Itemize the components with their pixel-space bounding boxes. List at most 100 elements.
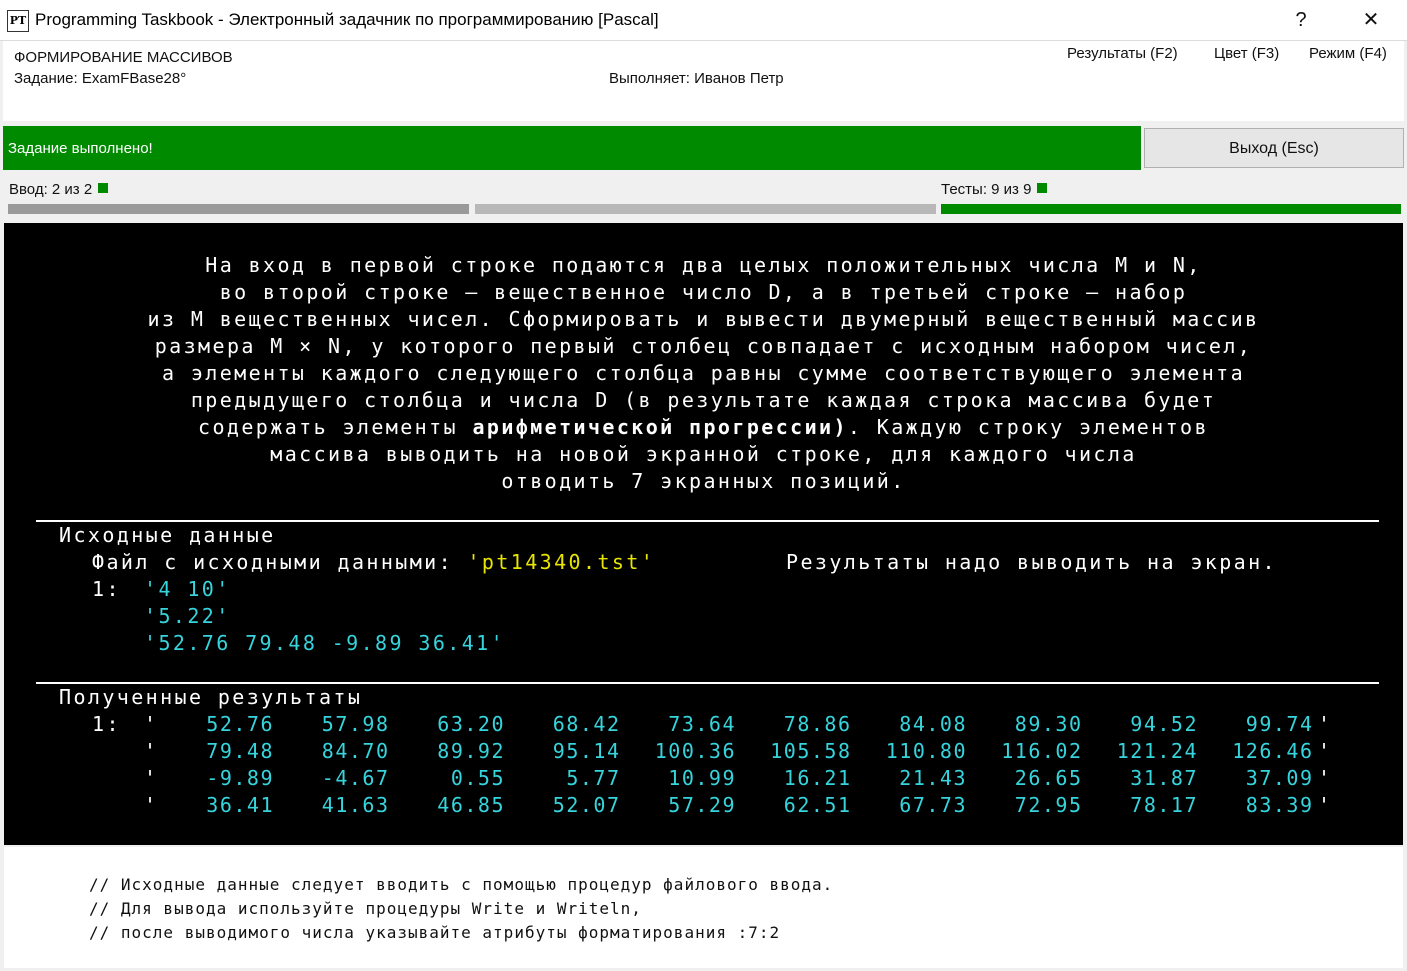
results-heading: Полученные результаты [59, 685, 363, 709]
result-row-close-quote: ' [1318, 766, 1331, 790]
result-cell: 83.39 [1245, 793, 1314, 817]
comment-line-1: // Исходные данные следует вводить с пом… [89, 875, 834, 894]
input-file-label: Файл с исходными данными: [92, 550, 468, 574]
input-file-name: 'pt14340.tst' [467, 550, 656, 574]
result-cell: 52.76 [206, 712, 274, 736]
title-bar: PT Programming Taskbook - Электронный за… [0, 0, 1407, 41]
task-line-3: из M вещественных чисел. Сформировать и … [147, 307, 1260, 331]
task-line-8: массива выводить на новой экранной строк… [270, 442, 1137, 466]
result-row-close-quote: ' [1318, 712, 1331, 736]
task-line-7-start: содержать элементы [198, 415, 473, 439]
task-line-1: На вход в первой строке подаются два цел… [205, 253, 1202, 277]
result-cell: 41.63 [321, 793, 390, 817]
results-index: 1: [92, 712, 121, 736]
result-cell: 89.92 [437, 739, 505, 763]
result-cell: 126.46 [1232, 739, 1314, 763]
result-cell: 110.80 [885, 739, 967, 763]
tests-ok-indicator [1037, 183, 1048, 193]
result-cell: 52.07 [552, 793, 621, 817]
result-cell: 67.73 [899, 793, 967, 817]
input-file-line: Файл с исходными данными: 'pt14340.tst' [92, 550, 655, 574]
result-cell: 78.17 [1130, 793, 1198, 817]
input-bar-right [475, 204, 936, 214]
result-cell: 31.87 [1130, 766, 1198, 790]
result-row-open-quote: ' [144, 793, 157, 817]
comment-line-2: // Для вывода используйте процедуры Writ… [89, 899, 642, 918]
input-ok-indicator [98, 183, 109, 193]
menu-color[interactable]: Цвет (F3) [1214, 45, 1279, 62]
help-button[interactable]: ? [1278, 4, 1324, 36]
result-cell: 99.74 [1245, 712, 1314, 736]
result-row-close-quote: ' [1318, 793, 1331, 817]
input-row-3: '52.76 79.48 -9.89 36.41' [144, 631, 506, 655]
input-progress-text: Ввод: 2 из 2 [9, 181, 93, 198]
result-cell: 68.42 [552, 712, 621, 736]
result-cell: 116.02 [1001, 739, 1083, 763]
result-cell: 36.41 [206, 793, 274, 817]
task-name: Задание: ExamFBase28° [14, 70, 187, 87]
task-line-7-bold: арифметической прогрессии) [472, 415, 848, 439]
tests-bar [941, 204, 1401, 214]
result-cell: 78.86 [783, 712, 852, 736]
window-title: Programming Taskbook - Электронный задач… [35, 10, 659, 29]
input-row-1: '4 10' [144, 577, 231, 601]
task-line-2: во второй строке — вещественное число D,… [219, 280, 1188, 304]
task-console: На вход в первой строке подаются два цел… [4, 223, 1403, 845]
status-bar: Задание выполнено! [3, 126, 1141, 170]
exit-button[interactable]: Выход (Esc) [1144, 128, 1404, 168]
close-icon[interactable]: ✕ [1348, 4, 1394, 36]
menu-mode[interactable]: Режим (F4) [1309, 45, 1387, 62]
result-cell: -4.67 [321, 766, 390, 790]
tests-bar-fill [941, 204, 1401, 214]
result-cell: 57.29 [668, 793, 736, 817]
task-line-4: размера M × N, у которого первый столбец… [154, 334, 1253, 358]
task-header: ФОРМИРОВАНИЕ МАССИВОВ Задание: ExamFBase… [3, 41, 1404, 121]
result-row-open-quote: ' [144, 712, 157, 736]
input-index: 1: [92, 577, 121, 601]
status-message: Задание выполнено! [8, 140, 153, 157]
task-line-7-end: . Каждую строку элементов [847, 415, 1209, 439]
input-bar-left [8, 204, 469, 214]
input-row-2: '5.22' [144, 604, 231, 628]
result-cell: 105.58 [770, 739, 852, 763]
result-cell: 84.08 [899, 712, 967, 736]
student-name: Выполняет: Иванов Петр [609, 70, 784, 87]
result-cell: 89.30 [1014, 712, 1083, 736]
result-cell: 84.70 [321, 739, 390, 763]
menu-results[interactable]: Результаты (F2) [1067, 45, 1178, 62]
result-cell: 16.21 [783, 766, 852, 790]
result-cell: 21.43 [899, 766, 967, 790]
result-cell: 57.98 [321, 712, 390, 736]
result-cell: 63.20 [437, 712, 505, 736]
output-note: Результаты надо выводить на экран. [786, 550, 1277, 574]
result-cell: 62.51 [783, 793, 852, 817]
result-cell: 37.09 [1245, 766, 1314, 790]
result-cell: -9.89 [206, 766, 274, 790]
result-cell: 46.85 [437, 793, 505, 817]
result-cell: 10.99 [668, 766, 736, 790]
result-row-close-quote: ' [1318, 739, 1331, 763]
result-cell: 79.48 [206, 739, 274, 763]
task-line-7: содержать элементы арифметической прогре… [4, 415, 1403, 439]
result-cell: 26.65 [1014, 766, 1083, 790]
input-heading: Исходные данные [59, 523, 276, 547]
comment-line-3: // после выводимого числа указывайте атр… [89, 923, 781, 942]
task-line-9: отводить 7 экранных позиций. [501, 469, 906, 493]
input-divider [36, 520, 1379, 522]
app-icon: PT [7, 10, 29, 32]
task-line-5: а элементы каждого следующего столбца ра… [161, 361, 1246, 385]
tests-progress-text: Тесты: 9 из 9 [941, 181, 1032, 198]
comments-panel: // Исходные данные следует вводить с пом… [4, 847, 1403, 968]
tests-progress-label: Тесты: 9 из 9 [941, 181, 1048, 198]
result-cell: 100.36 [654, 739, 736, 763]
result-row-open-quote: ' [144, 766, 157, 790]
task-line-6: предыдущего столбца и числа D (в результ… [190, 388, 1217, 412]
task-group: ФОРМИРОВАНИЕ МАССИВОВ [14, 49, 233, 66]
result-cell: 72.95 [1014, 793, 1083, 817]
results-divider [36, 682, 1379, 684]
result-cell: 94.52 [1130, 712, 1198, 736]
result-cell: 121.24 [1116, 739, 1198, 763]
result-cell: 5.77 [566, 766, 621, 790]
result-cell: 95.14 [552, 739, 621, 763]
result-cell: 73.64 [668, 712, 736, 736]
